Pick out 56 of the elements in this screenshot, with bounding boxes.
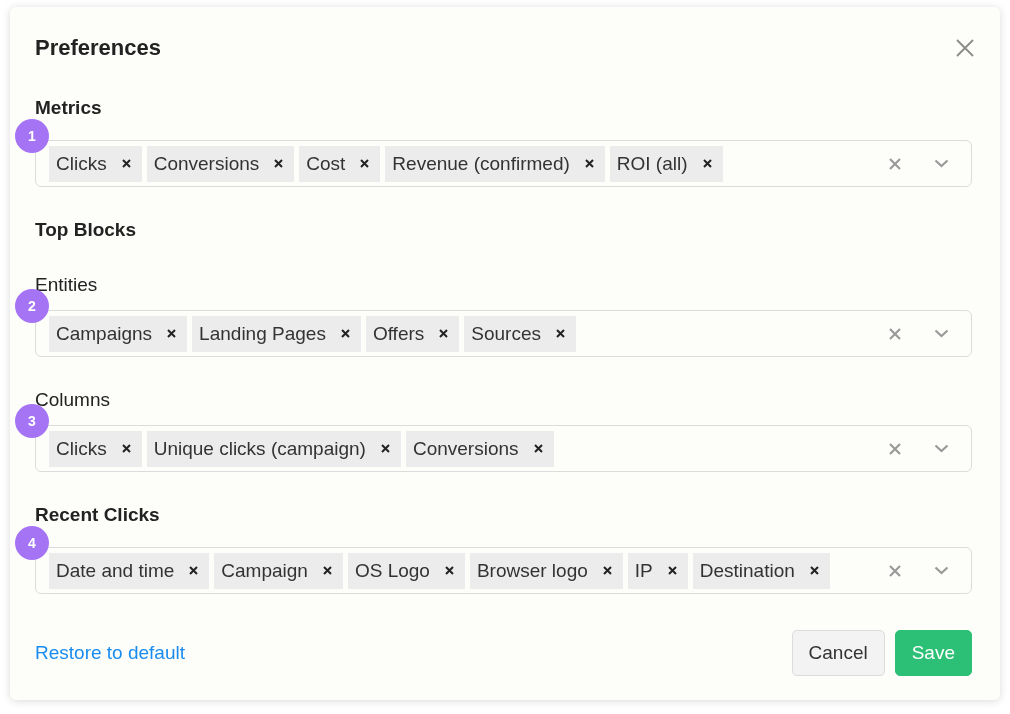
remove-tag-icon[interactable] (667, 566, 677, 575)
chevron-down-icon[interactable] (934, 329, 949, 338)
tag-label: Campaigns (56, 322, 153, 345)
dialog-title: Preferences (35, 35, 161, 61)
remove-tag-icon[interactable] (360, 159, 370, 168)
tag-label: Campaign (221, 559, 308, 582)
tag-label: Clicks (56, 152, 107, 175)
close-icon[interactable] (956, 39, 974, 57)
tag-label: Conversions (153, 152, 260, 175)
tag-label: Browser logo (476, 559, 588, 582)
tag-label: ROI (all) (616, 152, 688, 175)
tag-label: Date and time (56, 559, 175, 582)
multi-select-field[interactable]: Clicks Conversions Cost Revenue (confirmed) ROI (all) (35, 140, 972, 187)
tag-label: Unique clicks (campaign) (153, 437, 366, 460)
clear-icon[interactable] (889, 157, 901, 170)
cancel-button[interactable]: Cancel (791, 630, 885, 676)
remove-tag-icon[interactable] (602, 566, 612, 575)
remove-tag-icon[interactable] (809, 566, 819, 575)
chevron-down-icon[interactable] (934, 444, 949, 453)
remove-tag-icon[interactable] (322, 566, 332, 575)
tag-label: OS Logo (354, 559, 430, 582)
tag-label: Sources (471, 322, 541, 345)
clear-icon[interactable] (889, 442, 901, 455)
remove-tag-icon[interactable] (702, 159, 712, 168)
remove-tag-icon[interactable] (121, 159, 131, 168)
remove-tag-icon[interactable] (121, 444, 131, 453)
remove-tag-icon[interactable] (444, 566, 454, 575)
clear-icon[interactable] (889, 564, 901, 577)
remove-tag-icon[interactable] (439, 329, 449, 338)
remove-tag-icon[interactable] (274, 159, 284, 168)
remove-tag-icon[interactable] (380, 444, 390, 453)
tag-label: Conversions (412, 437, 519, 460)
section-heading: Metrics (35, 96, 102, 120)
tag-label: Landing Pages (199, 322, 326, 345)
remove-tag-icon[interactable] (340, 329, 350, 338)
tag-label: Destination (699, 559, 795, 582)
remove-tag-icon[interactable] (584, 159, 594, 168)
remove-tag-icon[interactable] (189, 566, 199, 575)
multi-select-field[interactable]: Date and time Campaign OS Logo Browser logo IP Destination (35, 547, 972, 594)
step-badge: 1 (15, 119, 49, 153)
multi-select-field[interactable]: Clicks Unique clicks (campaign) Conversions (35, 425, 972, 472)
remove-tag-icon[interactable] (533, 444, 543, 453)
remove-tag-icon[interactable] (167, 329, 177, 338)
chevron-down-icon[interactable] (934, 566, 949, 575)
step-badge: 4 (15, 526, 49, 560)
clear-icon[interactable] (889, 327, 901, 340)
tag-label: Cost (306, 152, 346, 175)
tag-label: IP (634, 559, 653, 582)
tag-label: Revenue (confirmed) (392, 152, 570, 175)
multi-select-field[interactable]: Campaigns Landing Pages Offers Sources (35, 310, 972, 357)
remove-tag-icon[interactable] (556, 329, 565, 338)
tag-label: Offers (372, 322, 425, 345)
section-heading: Recent Clicks (35, 503, 160, 527)
chevron-down-icon[interactable] (934, 159, 949, 168)
tag-label: Clicks (56, 437, 107, 460)
section-heading: Top Blocks (35, 218, 136, 242)
